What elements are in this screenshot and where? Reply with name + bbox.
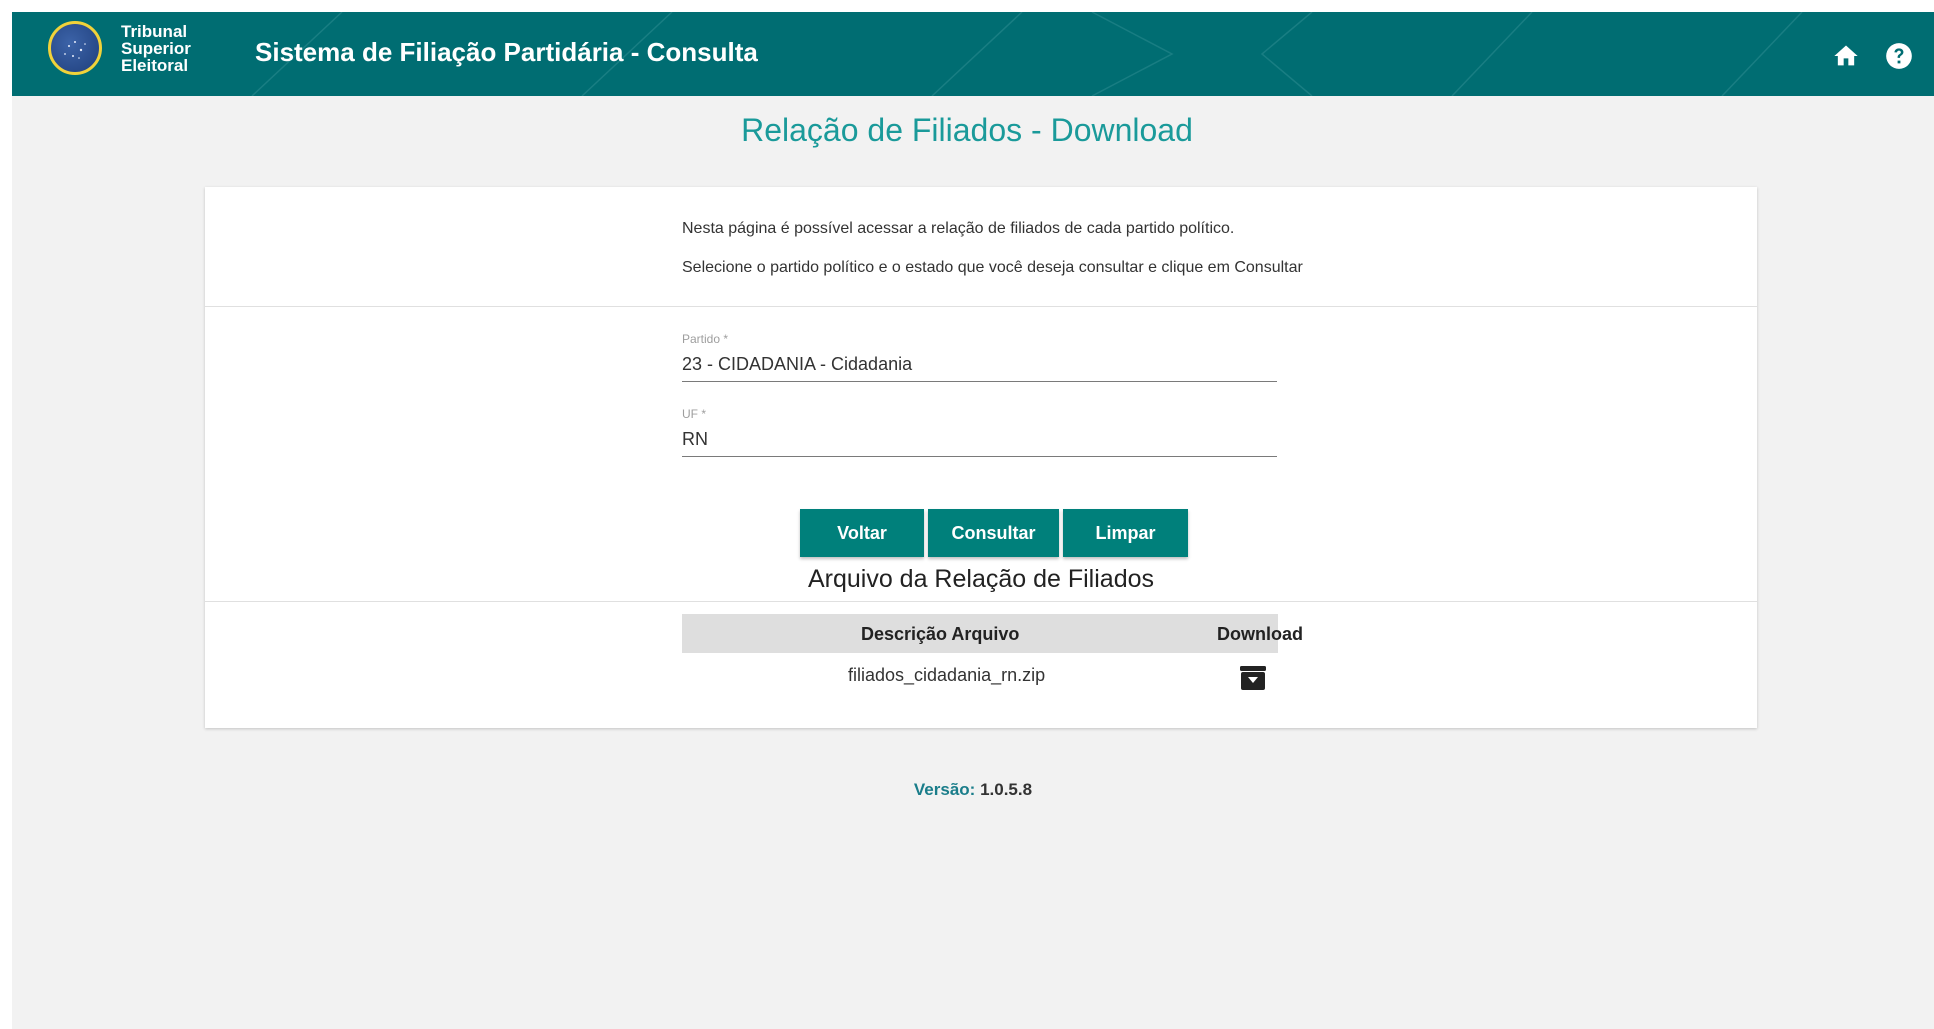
download-icon[interactable] [1240, 666, 1266, 690]
version-label: Versão: [913, 780, 976, 799]
home-icon[interactable] [1832, 42, 1860, 70]
intro-text-1: Nesta página é possível acessar a relaçã… [682, 220, 1235, 237]
divider [205, 601, 1757, 602]
limpar-button[interactable]: Limpar [1063, 509, 1188, 557]
page: Tribunal Superior Eleitoral Sistema de F… [12, 12, 1934, 1029]
arquivo-section-title: Arquivo da Relação de Filiados [807, 565, 1155, 593]
consultar-button[interactable]: Consultar [928, 509, 1059, 557]
uf-label: UF * [682, 407, 706, 421]
content-card: Nesta página é possível acessar a relaçã… [205, 187, 1757, 728]
partido-value[interactable]: 23 - CIDADANIA - Cidadania [682, 354, 1277, 382]
version-info: Versão: 1.0.5.8 [12, 780, 1934, 800]
logo-line-2: Superior [121, 39, 191, 58]
divider [205, 306, 1757, 307]
logo-line-3: Eleitoral [121, 56, 189, 75]
app-header: Tribunal Superior Eleitoral Sistema de F… [12, 12, 1934, 96]
uf-select[interactable]: UF * RN [682, 407, 1277, 457]
logo-line-1: Tribunal [121, 22, 188, 41]
column-header-descricao: Descrição Arquivo [861, 624, 1020, 644]
partido-label: Partido * [682, 332, 729, 346]
tse-logo-icon [48, 21, 102, 75]
help-icon[interactable] [1885, 42, 1913, 70]
partido-select[interactable]: Partido * 23 - CIDADANIA - Cidadania [682, 332, 1277, 382]
app-title: Sistema de Filiação Partidária - Consult… [255, 37, 758, 67]
file-name-cell: filiados_cidadania_rn.zip [848, 665, 1046, 685]
column-header-download: Download [1217, 624, 1303, 644]
page-title: Relação de Filiados - Download [741, 112, 1193, 148]
intro-text-2: Selecione o partido político e o estado … [682, 259, 1303, 276]
voltar-button[interactable]: Voltar [800, 509, 924, 557]
version-value: 1.0.5.8 [980, 780, 1033, 799]
uf-value[interactable]: RN [682, 429, 1277, 457]
tse-logo-text: Tribunal Superior Eleitoral [121, 23, 191, 74]
